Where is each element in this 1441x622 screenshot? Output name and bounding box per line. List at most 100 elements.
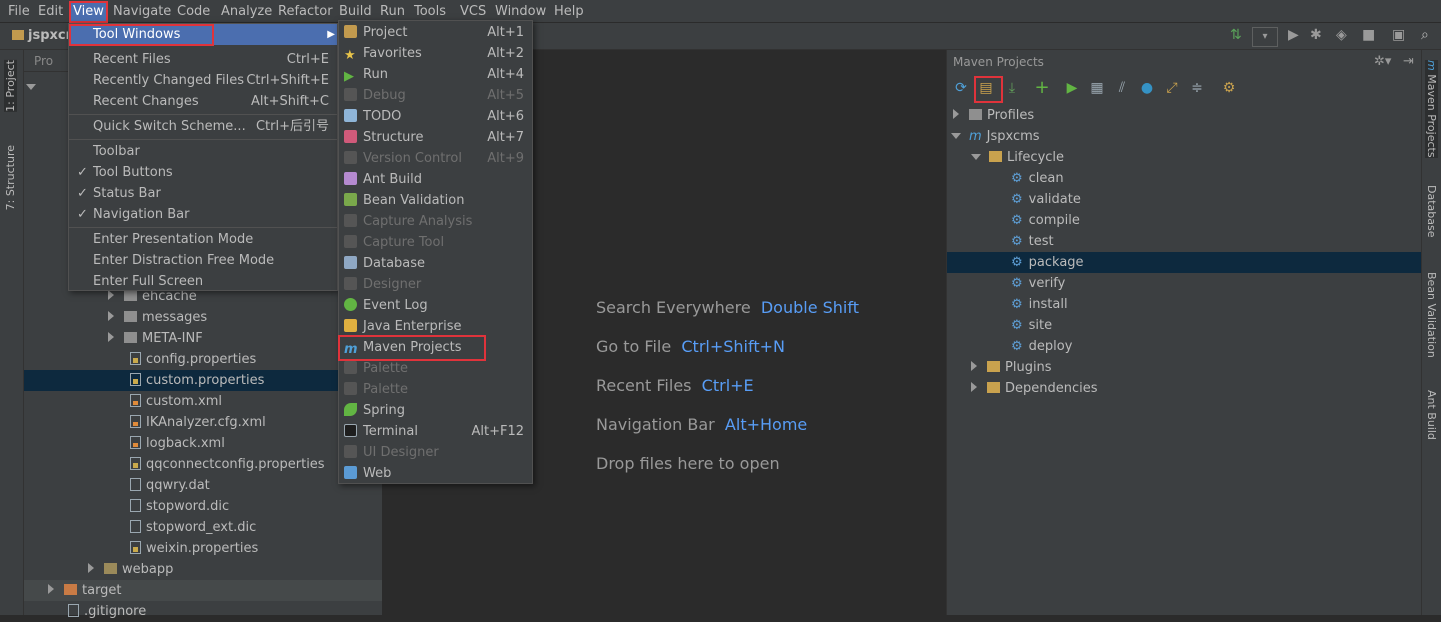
menu-tools[interactable]: Tools bbox=[414, 3, 446, 21]
submenu-item-favorites[interactable]: ★ Favorites Alt+2 bbox=[339, 43, 532, 64]
menu-item-status-bar[interactable]: ✓ Status Bar bbox=[69, 183, 337, 204]
submenu-item-java-enterprise[interactable]: Java Enterprise bbox=[339, 316, 532, 337]
menu-build[interactable]: Build bbox=[339, 3, 372, 21]
maven-settings-icon[interactable]: ⚙ bbox=[1219, 78, 1239, 98]
submenu-item-version-control[interactable]: Version Control Alt+9 bbox=[339, 148, 532, 169]
tree-row-custom-properties[interactable]: custom.properties bbox=[24, 370, 382, 391]
toggle-offline-icon[interactable]: ⫽ bbox=[1112, 78, 1132, 98]
menu-item-distraction-free-mode[interactable]: Enter Distraction Free Mode bbox=[69, 250, 337, 271]
maven-goal-test[interactable]: ⚙ test bbox=[1011, 231, 1054, 252]
tree-row-qqwry[interactable]: qqwry.dat bbox=[130, 475, 210, 496]
submenu-item-bean-validation[interactable]: Bean Validation bbox=[339, 190, 532, 211]
menu-item-recent-files[interactable]: Recent Files Ctrl+E bbox=[69, 49, 337, 70]
skip-tests-icon[interactable]: ● bbox=[1137, 78, 1157, 98]
tab-project[interactable]: 1: Project bbox=[4, 60, 17, 112]
submenu-item-terminal[interactable]: Terminal Alt+F12 bbox=[339, 421, 532, 442]
menu-help[interactable]: Help bbox=[554, 3, 584, 21]
menu-item-presentation-mode[interactable]: Enter Presentation Mode bbox=[69, 229, 337, 250]
expand-arrow-icon[interactable] bbox=[88, 563, 94, 573]
submenu-item-ui-designer[interactable]: UI Designer bbox=[339, 442, 532, 463]
maven-goal-package[interactable]: ⚙ package bbox=[947, 252, 1421, 273]
run-config-dropdown[interactable]: ▾ bbox=[1252, 27, 1278, 47]
maven-goal-verify[interactable]: ⚙ verify bbox=[1011, 273, 1065, 294]
submenu-item-palette-2[interactable]: Palette bbox=[339, 379, 532, 400]
collapse-arrow-icon[interactable] bbox=[971, 154, 981, 160]
run-goal-icon[interactable]: ▶ bbox=[1062, 78, 1082, 98]
tab-bean-validation[interactable]: Bean Validation bbox=[1425, 272, 1438, 358]
tab-maven-projects[interactable]: m Maven Projects bbox=[1425, 60, 1438, 158]
maven-goal-deploy[interactable]: ⚙ deploy bbox=[1011, 336, 1072, 357]
maven-row-lifecycle[interactable]: Lifecycle bbox=[971, 147, 1064, 168]
tree-row-ikanalyzer[interactable]: IKAnalyzer.cfg.xml bbox=[130, 412, 266, 433]
maven-goal-compile[interactable]: ⚙ compile bbox=[1011, 210, 1080, 231]
tree-row-webapp[interactable]: webapp bbox=[88, 559, 173, 580]
coverage-icon[interactable]: ◈ bbox=[1336, 27, 1347, 47]
submenu-item-todo[interactable]: TODO Alt+6 bbox=[339, 106, 532, 127]
tree-row-logback[interactable]: logback.xml bbox=[130, 433, 225, 454]
menu-navigate[interactable]: Navigate bbox=[113, 3, 171, 21]
menu-refactor[interactable]: Refactor bbox=[278, 3, 333, 21]
maven-goal-clean[interactable]: ⚙ clean bbox=[1011, 168, 1064, 189]
menu-analyze[interactable]: Analyze bbox=[221, 3, 272, 21]
gear-icon[interactable]: ✲▾ bbox=[1374, 54, 1391, 69]
debug-icon[interactable]: ✱ bbox=[1310, 27, 1322, 47]
menu-window[interactable]: Window bbox=[495, 3, 546, 21]
project-structure-icon[interactable]: ▣ bbox=[1392, 27, 1405, 47]
run-icon[interactable]: ▶ bbox=[1288, 27, 1299, 47]
reimport-icon[interactable]: ⟳ bbox=[951, 78, 971, 98]
menu-file[interactable]: File bbox=[8, 3, 30, 21]
tab-ant-build[interactable]: Ant Build bbox=[1425, 390, 1438, 440]
submenu-item-spring[interactable]: Spring bbox=[339, 400, 532, 421]
submenu-item-event-log[interactable]: Event Log bbox=[339, 295, 532, 316]
expand-arrow-icon[interactable] bbox=[971, 382, 977, 392]
submenu-item-database[interactable]: Database bbox=[339, 253, 532, 274]
tree-row-qqconnectconfig[interactable]: qqconnectconfig.properties bbox=[130, 454, 325, 475]
stop-icon[interactable]: ■ bbox=[1362, 27, 1375, 47]
tab-database[interactable]: Database bbox=[1425, 185, 1438, 238]
menu-item-recent-changes[interactable]: Recent Changes Alt+Shift+C bbox=[69, 91, 337, 112]
submenu-item-capture-tool[interactable]: Capture Tool bbox=[339, 232, 532, 253]
submenu-item-web[interactable]: Web bbox=[339, 463, 532, 484]
submenu-item-ant-build[interactable]: Ant Build bbox=[339, 169, 532, 190]
collapse-all-icon[interactable]: ≑ bbox=[1187, 78, 1207, 98]
expand-arrow-icon[interactable] bbox=[108, 311, 114, 321]
menu-view[interactable]: View bbox=[69, 1, 108, 23]
expand-arrow-icon[interactable] bbox=[953, 109, 959, 119]
submenu-item-designer[interactable]: Designer bbox=[339, 274, 532, 295]
tab-structure[interactable]: 7: Structure bbox=[4, 145, 17, 210]
menu-item-toolbar[interactable]: Toolbar bbox=[69, 141, 337, 162]
menu-item-full-screen[interactable]: Enter Full Screen bbox=[69, 271, 337, 292]
tree-row-messages[interactable]: messages bbox=[48, 307, 207, 328]
tree-row-config-properties[interactable]: config.properties bbox=[130, 349, 256, 370]
tree-row-custom-xml[interactable]: custom.xml bbox=[130, 391, 222, 412]
maven-goal-validate[interactable]: ⚙ validate bbox=[1011, 189, 1081, 210]
tree-row-gitignore[interactable]: .gitignore bbox=[68, 601, 146, 622]
menu-item-tool-buttons[interactable]: ✓ Tool Buttons bbox=[69, 162, 337, 183]
expand-arrow-icon[interactable] bbox=[48, 584, 54, 594]
maven-goal-install[interactable]: ⚙ install bbox=[1011, 294, 1068, 315]
vcs-update-icon[interactable]: ⇅ bbox=[1230, 27, 1242, 47]
menu-item-quick-switch-scheme[interactable]: Quick Switch Scheme... Ctrl+后引号 bbox=[69, 116, 337, 137]
menu-item-recently-changed-files[interactable]: Recently Changed Files Ctrl+Shift+E bbox=[69, 70, 337, 91]
expand-arrow-icon[interactable] bbox=[971, 361, 977, 371]
hide-icon[interactable]: ⇥ bbox=[1403, 54, 1414, 69]
menu-vcs[interactable]: VCS bbox=[460, 3, 486, 21]
search-icon[interactable]: ⌕ bbox=[1421, 27, 1429, 47]
run-config-icon[interactable]: ▦ bbox=[1087, 78, 1107, 98]
collapse-arrow-icon[interactable] bbox=[951, 133, 961, 139]
maven-row-plugins[interactable]: Plugins bbox=[971, 357, 1052, 378]
add-icon[interactable]: + bbox=[1032, 78, 1052, 98]
submenu-item-structure[interactable]: Structure Alt+7 bbox=[339, 127, 532, 148]
maven-row-profiles[interactable]: Profiles bbox=[953, 105, 1034, 126]
submenu-item-run[interactable]: ▶ Run Alt+4 bbox=[339, 64, 532, 85]
submenu-item-project[interactable]: Project Alt+1 bbox=[339, 22, 532, 43]
maven-row-project[interactable]: m Jspxcms bbox=[951, 126, 1040, 147]
tree-row-stopword[interactable]: stopword.dic bbox=[130, 496, 229, 517]
show-dependencies-icon[interactable]: ⤢ bbox=[1162, 78, 1182, 98]
maven-row-dependencies[interactable]: Dependencies bbox=[971, 378, 1098, 399]
menu-code[interactable]: Code bbox=[177, 3, 210, 21]
menu-run[interactable]: Run bbox=[380, 3, 405, 21]
submenu-item-debug[interactable]: Debug Alt+5 bbox=[339, 85, 532, 106]
menu-item-navigation-bar[interactable]: ✓ Navigation Bar bbox=[69, 204, 337, 225]
tree-row-weixin-properties[interactable]: weixin.properties bbox=[130, 538, 258, 559]
